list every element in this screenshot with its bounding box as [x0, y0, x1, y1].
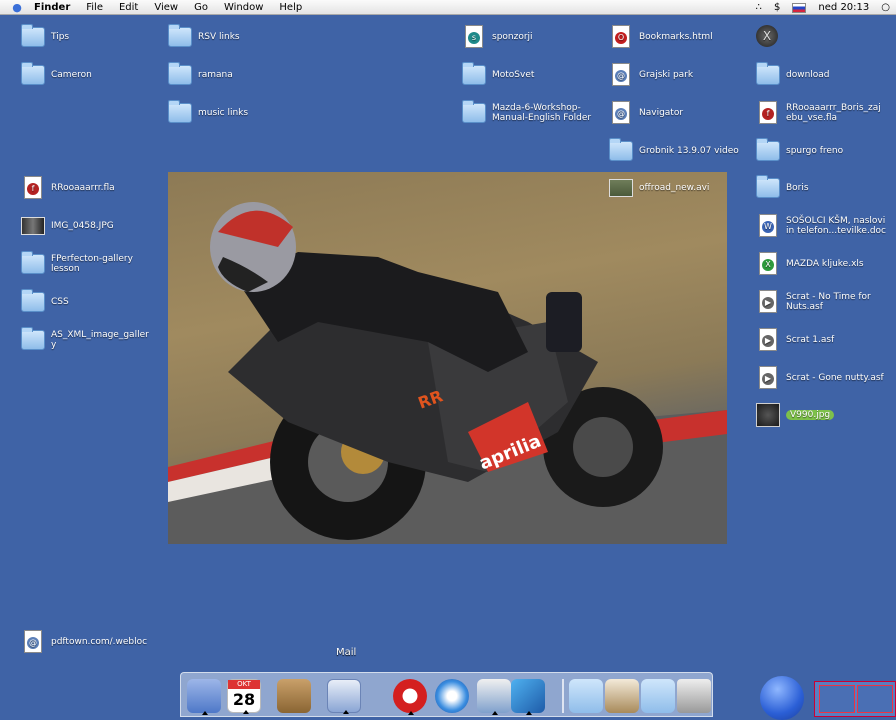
desktop-icon-motosvet[interactable]: MotoSvet [462, 62, 534, 87]
video-document-icon: ▶ [756, 366, 780, 390]
desktop-icon-navigator[interactable]: @ Navigator [609, 101, 683, 125]
dock: OKT 28 [180, 672, 713, 717]
dock-separator [562, 679, 564, 713]
folder-icon [168, 24, 192, 49]
motorcycle-illustration [168, 202, 727, 544]
video-thumbnail-icon [609, 176, 633, 200]
dock-ical-icon[interactable]: OKT 28 [227, 679, 261, 714]
motorcycle-photo: aprilia RR [168, 172, 727, 544]
menu-go[interactable]: Go [186, 0, 216, 15]
desktop-icon-boris[interactable]: Boris [756, 175, 809, 200]
flash-document-icon: f [756, 101, 780, 125]
menu-view[interactable]: View [146, 0, 186, 15]
desktop-pager[interactable] [814, 681, 896, 717]
folder-icon [21, 62, 45, 87]
dock-safari-icon[interactable] [435, 679, 469, 713]
menu-window[interactable]: Window [216, 0, 271, 15]
desktop-icon-v990-selected[interactable]: V990.jpg [756, 403, 835, 427]
dock-address-book-icon[interactable] [277, 679, 311, 713]
video-document-icon: ▶ [756, 328, 780, 352]
mac-os-x-icon: X [756, 25, 780, 49]
desktop-icon-rrooaaarrr-boris[interactable]: f RRooaaarrr_Boris_zaj ebu_vse.fla [756, 101, 881, 125]
webloc-document-icon: @ [21, 630, 45, 654]
desktop-icon-offroad-avi[interactable]: offroad_new.avi [609, 176, 709, 200]
pager-window-2[interactable] [857, 685, 893, 713]
folder-icon [462, 100, 486, 125]
folder-icon [609, 138, 633, 163]
desktop-icon-scrat-gone-nutty[interactable]: ▶ Scrat - Gone nutty.asf [756, 366, 884, 390]
folder-icon [168, 100, 192, 125]
desktop-icon-rrooaaarrr-fla[interactable]: f RRooaaarrr.fla [21, 176, 115, 200]
html-document-icon: O [609, 25, 633, 49]
desktop-icon-cameron[interactable]: Cameron [21, 62, 92, 87]
desktop-icon-fperfecton[interactable]: FPerfecton-gallery lesson [21, 251, 133, 276]
desktop-icon-grajski-park[interactable]: @ Grajski park [609, 63, 693, 87]
folder-icon [21, 251, 45, 276]
bluetooth-icon[interactable]: ∴ [756, 2, 762, 13]
desktop-icon-ramana[interactable]: ramana [168, 62, 233, 87]
menu-file[interactable]: File [78, 0, 111, 15]
desktop-icon-css[interactable]: CSS [21, 289, 69, 314]
folder-icon [21, 289, 45, 314]
desktop-icon-as-xml[interactable]: AS_XML_image_galler y [21, 327, 149, 352]
desktop-icon-scrat-1[interactable]: ▶ Scrat 1.asf [756, 328, 834, 352]
desktop-icon-music-links[interactable]: music links [168, 100, 248, 125]
folder-icon [756, 62, 780, 87]
input-flag-icon[interactable] [792, 2, 807, 13]
folder-icon [462, 62, 486, 87]
dock-trash-icon[interactable] [677, 679, 711, 713]
desktop-icon-pdftown[interactable]: @ pdftown.com/.webloc [21, 630, 147, 654]
word-document-icon: W [756, 214, 780, 238]
dock-applications-folder-icon[interactable] [569, 679, 603, 713]
flash-document-icon: f [21, 176, 45, 200]
image-thumbnail-icon [21, 214, 45, 238]
desktop-icon-download[interactable]: download [756, 62, 830, 87]
dock-opera-icon[interactable] [393, 679, 427, 715]
ical-month: OKT [228, 680, 260, 689]
menu-bar: ● Finder File Edit View Go Window Help ∴… [0, 0, 896, 15]
excel-document-icon: X [756, 252, 780, 276]
menu-extras: ∴ $ ned 20:13 ○ [756, 0, 890, 15]
webloc-document-icon: @ [609, 63, 633, 87]
desktop-icon-x[interactable]: X [756, 25, 786, 49]
desktop-icon-scrat-no-time[interactable]: ▶ Scrat - No Time for Nuts.asf [756, 290, 871, 314]
image-thumbnail-icon [756, 403, 780, 427]
ical-day: 28 [232, 690, 256, 709]
script-menu-icon[interactable]: $ [774, 2, 780, 13]
folder-icon [168, 62, 192, 87]
desktop-icon-img-0458[interactable]: IMG_0458.JPG [21, 214, 114, 238]
webloc-document-icon: @ [609, 101, 633, 125]
desktop-icon-bookmarks[interactable]: O Bookmarks.html [609, 25, 713, 49]
desktop-icon-sponzorji[interactable]: s sponzorji [462, 25, 533, 49]
dock-home-icon[interactable] [605, 679, 639, 713]
pager-window-1[interactable] [819, 685, 855, 713]
dock-finder-icon[interactable] [187, 679, 221, 715]
dock-documents-folder-icon[interactable] [641, 679, 675, 713]
desktop-icon-tips[interactable]: Tips [21, 24, 69, 49]
folder-icon [756, 175, 780, 200]
desktop-icon-rsv-links[interactable]: RSV links [168, 24, 240, 49]
desktop-icon-sosolci-doc[interactable]: W SOŠOLCI KŠM, naslovi in telefon...tevil… [756, 214, 886, 238]
document-icon: s [462, 25, 486, 49]
folder-icon [21, 24, 45, 49]
desktop-icon-spurgo-freno[interactable]: spurgo freno [756, 138, 843, 163]
menu-help[interactable]: Help [271, 0, 310, 15]
apple-menu-icon[interactable]: ● [8, 1, 26, 14]
expose-orb-icon[interactable] [760, 676, 804, 720]
dock-iphoto-icon[interactable] [477, 679, 511, 715]
video-document-icon: ▶ [756, 290, 780, 314]
folder-icon [21, 327, 45, 352]
desktop-icon-mazda-manual[interactable]: Mazda-6-Workshop- Manual-English Folder [462, 100, 591, 125]
desktop-icon-mazda-xls[interactable]: X MAZDA kljuke.xls [756, 252, 864, 276]
menu-edit[interactable]: Edit [111, 0, 146, 15]
menu-finder[interactable]: Finder [26, 0, 78, 15]
menu-clock[interactable]: ned 20:13 [818, 2, 869, 13]
folder-icon [756, 138, 780, 163]
desktop-icon-grobnik-video[interactable]: Grobnik 13.9.07 video [609, 138, 739, 163]
dock-mail-icon[interactable] [327, 679, 361, 714]
dock-quill-app-icon[interactable] [511, 679, 545, 715]
dock-tooltip-mail: Mail [336, 647, 357, 658]
spotlight-icon[interactable]: ○ [881, 2, 890, 13]
